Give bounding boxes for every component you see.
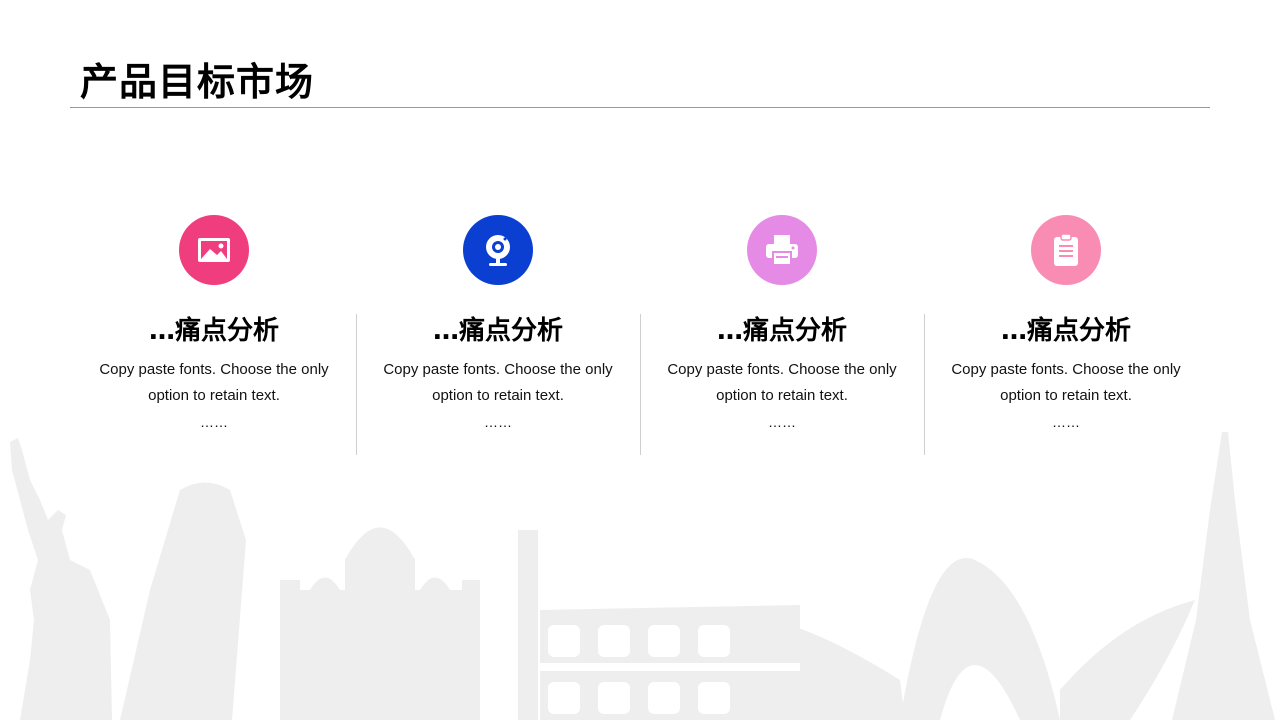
column-description: Copy paste fonts. Choose the only option… — [99, 361, 329, 404]
clipboard-icon — [1054, 233, 1078, 266]
title-divider — [70, 107, 1210, 108]
image-icon — [198, 238, 230, 262]
column-ellipsis: …… — [484, 414, 512, 430]
feature-column-4: …痛点分析 Copy paste fonts. Choose the only … — [924, 215, 1208, 455]
column-heading: …痛点分析 — [148, 316, 279, 346]
printer-icon-circle — [747, 215, 817, 285]
feature-column-1: …痛点分析 Copy paste fonts. Choose the only … — [72, 215, 356, 455]
column-heading: …痛点分析 — [432, 316, 563, 346]
webcam-icon-circle — [463, 215, 533, 285]
feature-column-2: …痛点分析 Copy paste fonts. Choose the only … — [356, 215, 640, 455]
column-ellipsis: …… — [200, 414, 228, 430]
image-icon-circle — [179, 215, 249, 285]
column-ellipsis: …… — [1052, 414, 1080, 430]
webcam-icon — [486, 235, 510, 266]
column-ellipsis: …… — [768, 414, 796, 430]
slide-title: 产品目标市场 — [80, 60, 315, 104]
printer-icon — [766, 235, 798, 266]
column-description: Copy paste fonts. Choose the only option… — [383, 361, 613, 404]
column-heading: …痛点分析 — [716, 316, 847, 346]
column-heading: …痛点分析 — [1000, 316, 1131, 346]
clipboard-icon-circle — [1031, 215, 1101, 285]
feature-column-3: …痛点分析 Copy paste fonts. Choose the only … — [640, 215, 924, 455]
landmark-skyline-decoration — [10, 432, 1275, 720]
column-description: Copy paste fonts. Choose the only option… — [667, 361, 897, 404]
column-description: Copy paste fonts. Choose the only option… — [951, 361, 1181, 404]
